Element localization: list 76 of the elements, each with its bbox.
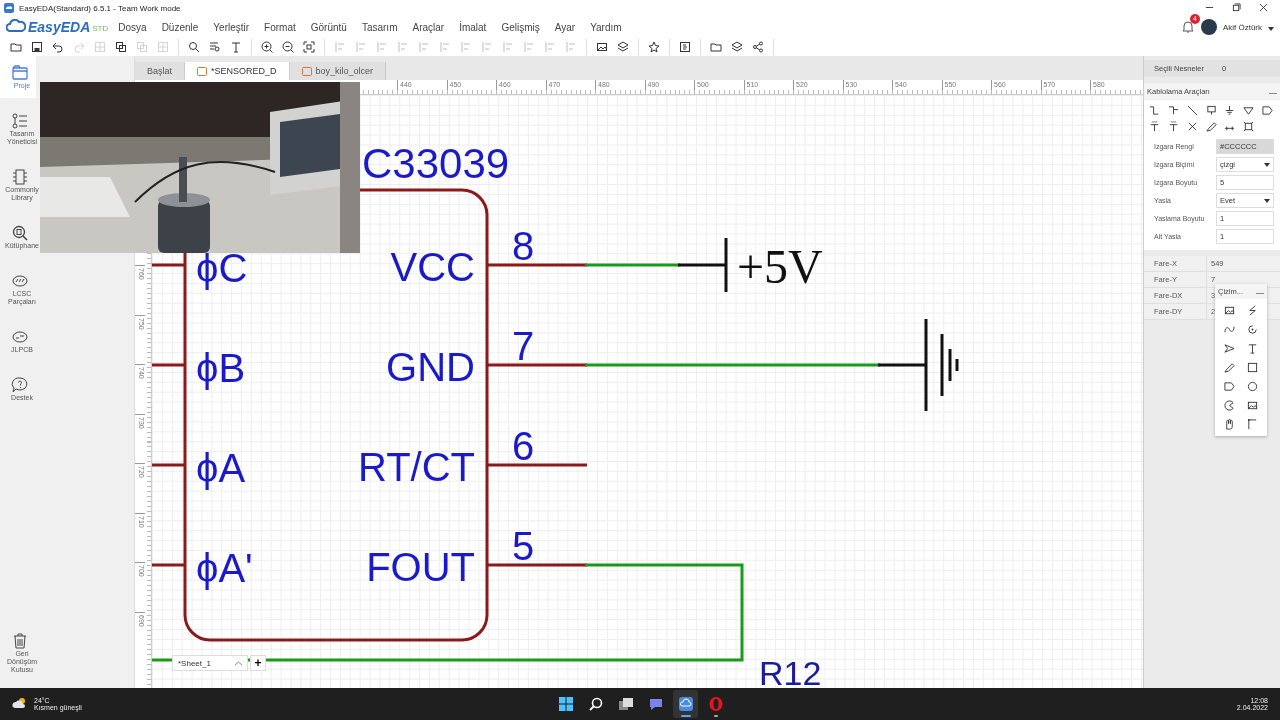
pin-line bbox=[152, 363, 185, 367]
document-tab[interactable]: Başlat bbox=[135, 62, 185, 80]
pin-line bbox=[152, 563, 185, 567]
pin-label: FOUT bbox=[366, 545, 475, 589]
restore-icon[interactable] bbox=[1232, 2, 1241, 14]
pin-number: 7 bbox=[512, 324, 535, 368]
pin-label: ϕA bbox=[196, 446, 246, 490]
window-title: EasyEDA(Standard) 6.5.1 - Team Work mode bbox=[19, 3, 181, 13]
pin-number: 5 bbox=[512, 524, 535, 568]
document-tab[interactable]: boy_kilo_olcer bbox=[289, 62, 387, 80]
cloud-icon bbox=[677, 696, 694, 712]
triangle-icon[interactable] bbox=[1241, 104, 1257, 117]
file-icon bbox=[301, 66, 312, 76]
pin-number: 6 bbox=[512, 424, 535, 468]
pin-label: VCC bbox=[390, 245, 475, 289]
user-menu[interactable]: Akif Öztürk bbox=[1222, 22, 1262, 32]
caret-icon bbox=[1264, 198, 1270, 203]
search-icon[interactable] bbox=[186, 39, 202, 55]
help-icon bbox=[11, 376, 29, 394]
menu-item[interactable]: Yardım bbox=[590, 21, 622, 33]
taskbar-app[interactable] bbox=[673, 690, 698, 718]
chat-icon bbox=[647, 696, 664, 712]
designator: R12 bbox=[759, 654, 822, 688]
app-icon bbox=[4, 3, 14, 13]
menu-item[interactable]: Görüntü bbox=[310, 21, 347, 33]
star-icon[interactable] bbox=[646, 39, 662, 55]
document-icon[interactable] bbox=[677, 39, 693, 55]
edition-label: STD bbox=[92, 24, 109, 33]
start-icon bbox=[557, 696, 574, 712]
menu-item[interactable]: Düzenle bbox=[161, 21, 199, 33]
caret-icon bbox=[1264, 162, 1270, 167]
pin-label: ϕC bbox=[196, 246, 248, 290]
share-icon[interactable] bbox=[750, 39, 766, 55]
logo-icon bbox=[6, 19, 26, 35]
list-icon[interactable] bbox=[207, 39, 223, 55]
pin-label: GND bbox=[386, 345, 475, 389]
pin-line bbox=[152, 263, 185, 267]
logo-text: EasyEDA bbox=[28, 19, 91, 35]
document-tab[interactable]: *SENSORED_D bbox=[185, 62, 290, 80]
menu-item[interactable]: Yerleştir bbox=[213, 21, 250, 33]
trash-icon bbox=[11, 632, 29, 650]
file-icon bbox=[197, 66, 207, 76]
power-symbol bbox=[678, 238, 728, 292]
windows-icon bbox=[617, 696, 634, 712]
weather-icon bbox=[12, 697, 28, 711]
pen-icon[interactable] bbox=[1203, 120, 1219, 133]
zoom-out-icon[interactable] bbox=[280, 39, 296, 55]
close-icon[interactable] bbox=[1259, 2, 1268, 14]
part-name: C33039 bbox=[362, 140, 510, 187]
add-sheet-button[interactable]: + bbox=[250, 655, 266, 671]
pin-line bbox=[152, 463, 185, 467]
menu-item[interactable]: Araçlar bbox=[412, 21, 445, 33]
pin-label: ϕA' bbox=[196, 546, 253, 590]
search-icon bbox=[587, 696, 604, 712]
folder-icon bbox=[11, 64, 29, 82]
zoom-in-icon[interactable] bbox=[259, 39, 275, 55]
net-label: +5V bbox=[737, 240, 823, 293]
ring-icon bbox=[707, 696, 724, 712]
pin-label: ϕB bbox=[196, 346, 246, 390]
pin-label: RT/CT bbox=[357, 445, 475, 489]
menu-item[interactable]: Ayar bbox=[554, 21, 576, 33]
port-icon[interactable] bbox=[1260, 104, 1276, 117]
sheet-tab[interactable]: *Sheet_1 bbox=[172, 655, 248, 671]
search-icon bbox=[11, 224, 29, 242]
avatar[interactable] bbox=[1200, 19, 1217, 35]
menu-item[interactable]: Format bbox=[264, 21, 296, 33]
menu-item[interactable]: Tasarım bbox=[361, 21, 398, 33]
pin-number: 8 bbox=[512, 224, 535, 268]
menu-item[interactable]: İmalat bbox=[459, 21, 487, 33]
menu-item[interactable]: Gelişmiş bbox=[501, 21, 540, 33]
hierarchy-icon bbox=[11, 112, 29, 130]
copy-icon[interactable] bbox=[113, 39, 129, 55]
fit-icon[interactable] bbox=[301, 39, 317, 55]
chip-icon bbox=[11, 168, 29, 186]
menu-item[interactable]: Dosya bbox=[118, 21, 147, 33]
save-icon[interactable] bbox=[29, 39, 45, 55]
